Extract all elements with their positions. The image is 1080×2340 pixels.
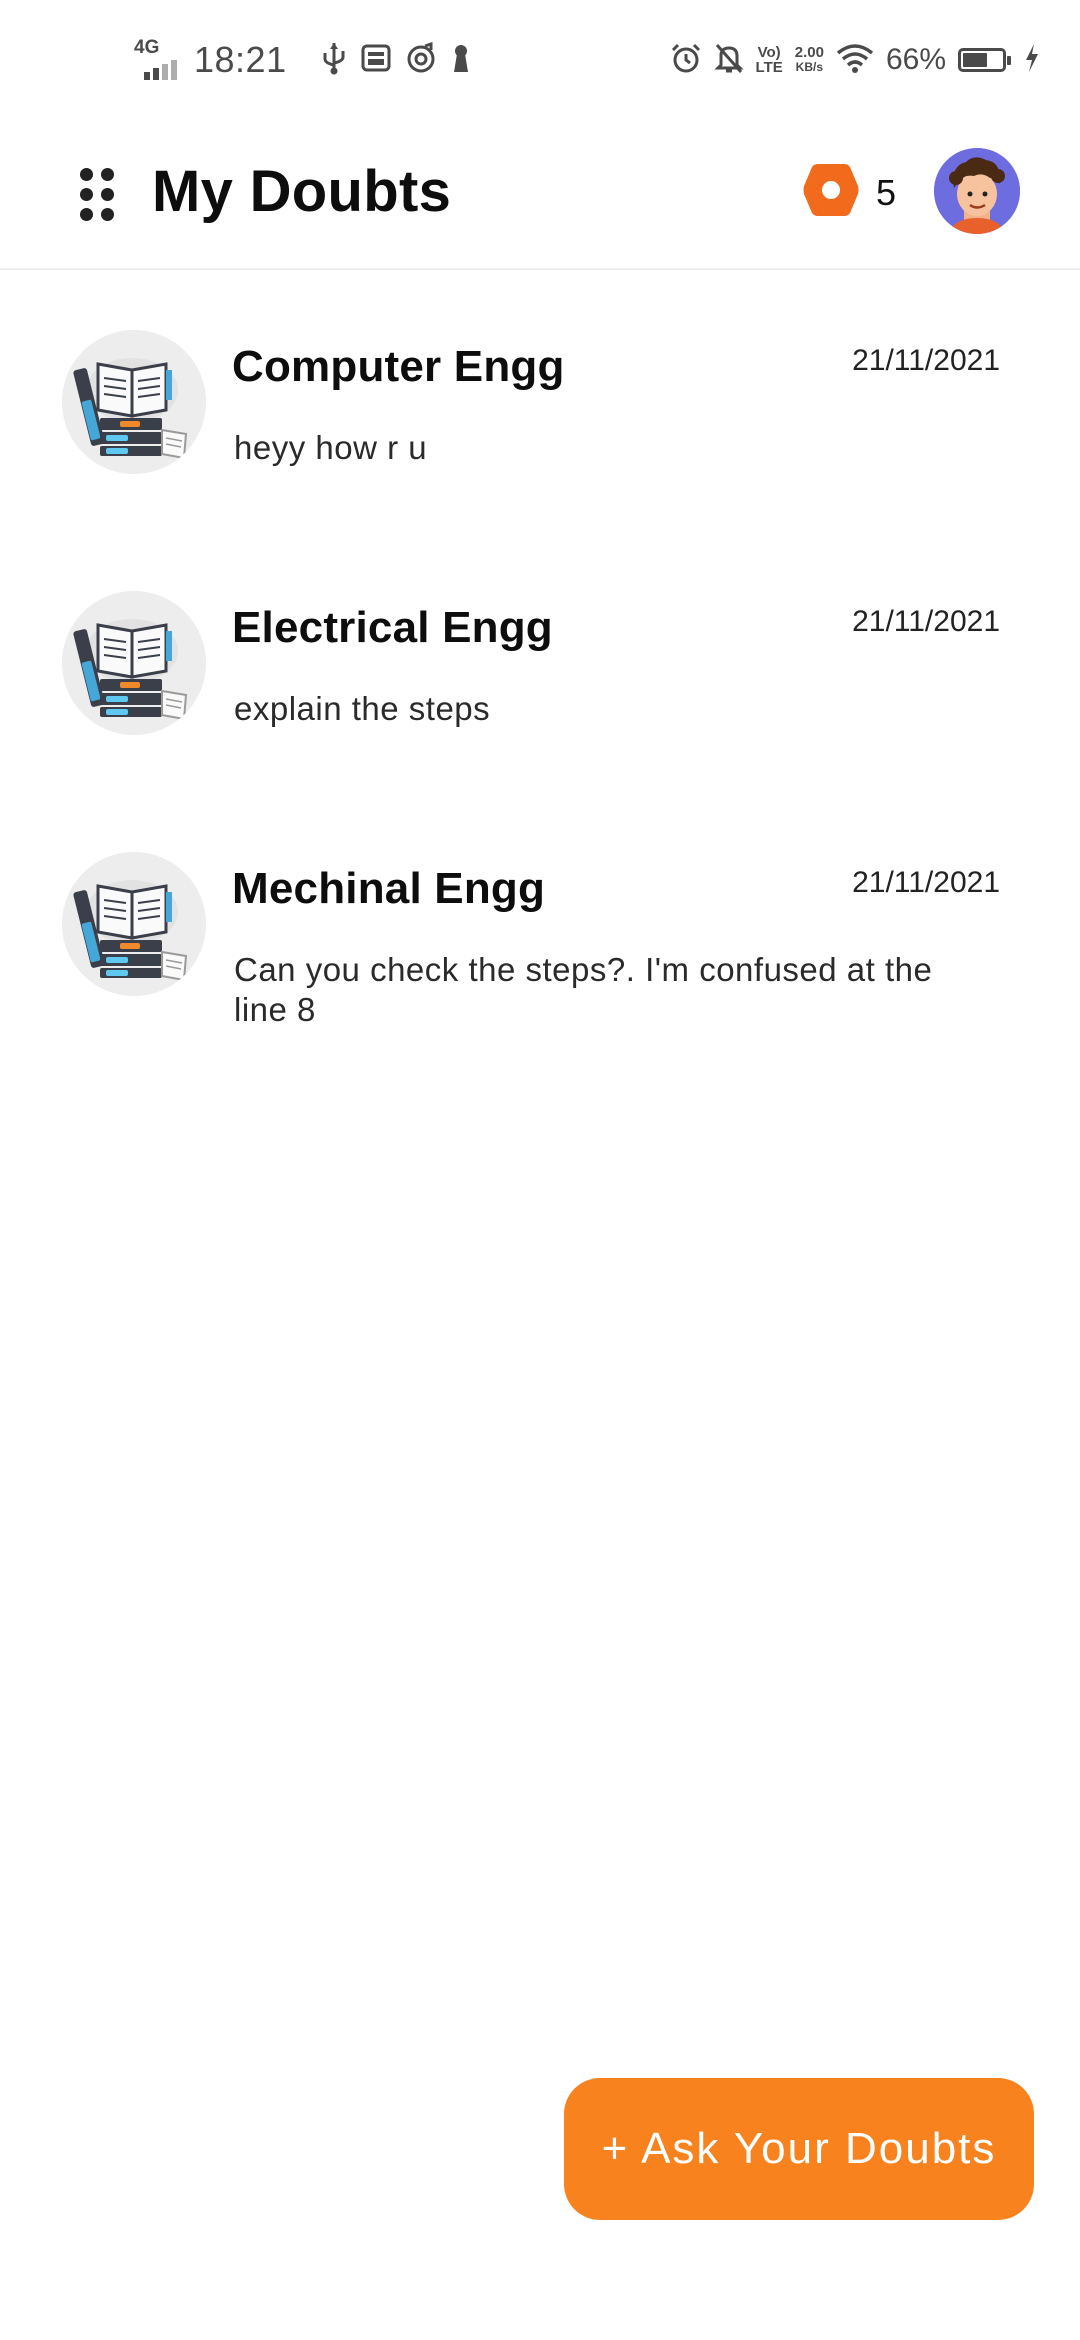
charging-icon <box>1024 43 1040 78</box>
music-icon <box>405 41 437 79</box>
status-bar: 4G 18:21 Vo) LTE 2.00 KB/s 66% <box>0 0 1080 120</box>
grid-dots-icon[interactable] <box>80 168 114 222</box>
battery-percent: 66% <box>885 43 946 76</box>
battery-icon <box>958 48 1011 72</box>
doubt-item-computer-engg[interactable]: Computer Engg 21/11/2021 heyy how r u <box>0 270 1080 510</box>
doubt-date: 21/11/2021 <box>852 866 1000 899</box>
volte-indicator: Vo) LTE <box>755 44 783 76</box>
coin-count: 5 <box>876 171 897 213</box>
doubt-date: 21/11/2021 <box>852 344 1000 377</box>
doubt-message: Can you check the steps?. I'm confused a… <box>234 951 933 1028</box>
message-icon <box>361 43 391 78</box>
network-speed: 2.00 KB/s <box>794 44 824 74</box>
app-header: My Doubts 5 <box>0 120 1080 270</box>
status-bar-right: Vo) LTE 2.00 KB/s 66% <box>658 30 1040 90</box>
battery-level-fill <box>963 53 987 67</box>
status-time: 18:21 <box>194 39 287 80</box>
book-stack-icon <box>62 330 206 474</box>
user-avatar[interactable] <box>934 148 1020 234</box>
coin-icon <box>802 162 860 223</box>
network-type: 4G <box>134 37 160 58</box>
book-stack-icon <box>62 591 206 735</box>
alarm-icon <box>670 42 702 79</box>
signal-icon: 4G <box>134 38 184 82</box>
bell-off-icon <box>713 42 744 79</box>
doubt-message: heyy how r u <box>234 429 428 466</box>
subject-name: Electrical Engg <box>232 603 553 652</box>
doubt-item-electrical-engg[interactable]: Electrical Engg 21/11/2021 explain the s… <box>0 531 1080 771</box>
ask-your-doubts-button[interactable]: + Ask Your Doubts <box>564 2078 1034 2220</box>
subject-name: Mechinal Engg <box>232 864 546 913</box>
usb-icon <box>321 41 347 80</box>
subject-name: Computer Engg <box>232 342 565 391</box>
status-bar-left: 4G 18:21 <box>134 30 485 90</box>
doubt-message: explain the steps <box>234 690 491 727</box>
doubt-date: 21/11/2021 <box>852 605 1000 638</box>
doubt-item-mechinal-engg[interactable]: Mechinal Engg 21/11/2021 Can you check t… <box>0 792 1080 1082</box>
page-title: My Doubts <box>152 159 452 224</box>
coin-badge[interactable]: 5 <box>802 162 896 223</box>
book-stack-icon <box>62 852 206 996</box>
wifi-icon <box>836 43 874 78</box>
keyhole-icon <box>451 42 471 79</box>
